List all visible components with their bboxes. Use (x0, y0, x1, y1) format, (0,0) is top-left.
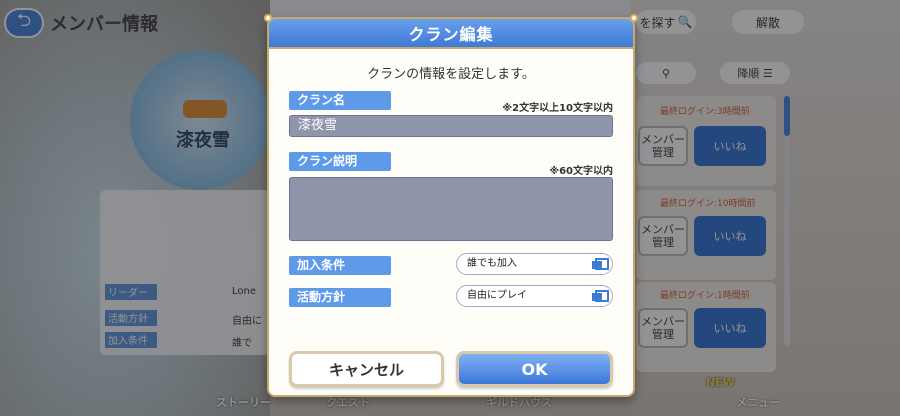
clan-edit-dialog: クラン編集 クランの情報を設定します。 クラン名 ※2文字以上10文字以内 漆夜… (264, 14, 638, 397)
clan-description-label: クラン説明 (289, 152, 391, 171)
cancel-button[interactable]: キャンセル (289, 351, 444, 387)
clan-description-input[interactable] (289, 177, 613, 241)
clan-name-note: ※2文字以上10文字以内 (502, 103, 613, 114)
join-condition-value: 誰でも加入 (467, 258, 517, 269)
dialog-subtitle: クランの情報を設定します。 (367, 67, 535, 82)
dialog-header: クラン編集 (269, 19, 633, 49)
window-select-icon (592, 258, 609, 270)
clan-description-note: ※60文字以内 (549, 166, 613, 177)
join-condition-label: 加入条件 (289, 256, 391, 275)
ok-button[interactable]: OK (456, 351, 613, 387)
clan-name-input[interactable]: 漆夜雪 (289, 115, 613, 137)
corner-ornament-icon (264, 14, 272, 22)
activity-policy-select[interactable]: 自由にプレイ (456, 285, 613, 307)
window-select-icon (592, 290, 609, 302)
corner-ornament-icon (630, 14, 638, 22)
dialog-title: クラン編集 (408, 25, 494, 44)
join-condition-select[interactable]: 誰でも加入 (456, 253, 613, 275)
clan-name-label: クラン名 (289, 91, 391, 110)
activity-policy-label: 活動方針 (289, 288, 391, 307)
activity-policy-value: 自由にプレイ (467, 290, 527, 301)
